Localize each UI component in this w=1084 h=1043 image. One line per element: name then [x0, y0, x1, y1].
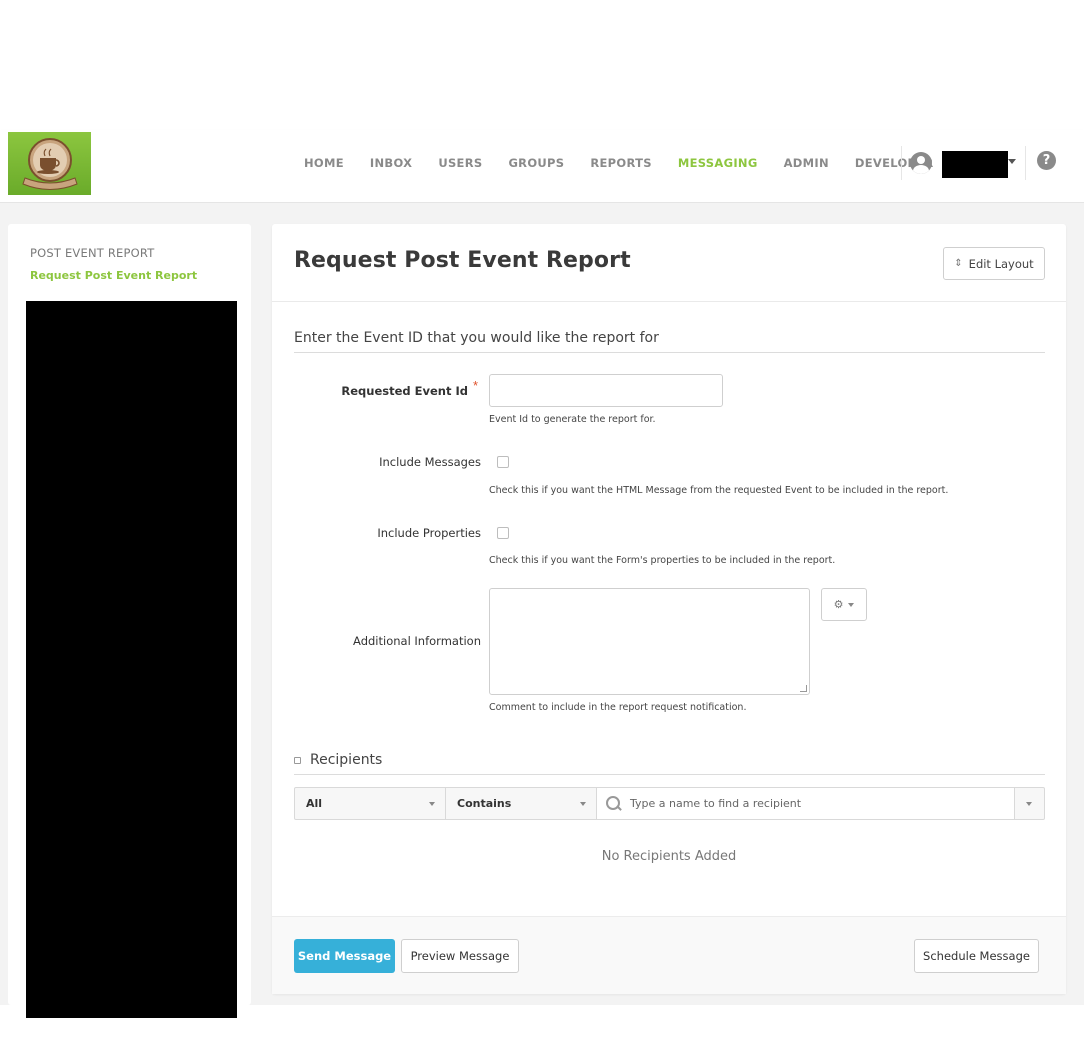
sidebar: POST EVENT REPORT Request Post Event Rep…	[8, 224, 251, 1018]
edit-layout-button[interactable]: ⇕ Edit Layout	[943, 247, 1045, 280]
main-nav: HOME INBOX USERS GROUPS REPORTS MESSAGIN…	[291, 130, 947, 195]
required-star: *	[473, 378, 479, 393]
chevron-down-icon	[429, 802, 435, 806]
coffee-cup-logo-icon[interactable]	[8, 132, 91, 195]
preview-message-button[interactable]: Preview Message	[401, 939, 519, 973]
divider	[294, 774, 1045, 775]
textarea-options-button[interactable]: ⚙	[821, 588, 867, 621]
recipient-filter-bar: All Contains Type a name to find a recip…	[294, 787, 1045, 820]
coffee-cup-logo-graphic	[21, 137, 78, 190]
divider	[272, 301, 1066, 302]
nav-messaging[interactable]: MESSAGING	[665, 156, 771, 170]
additional-info-label: Additional Information	[353, 634, 481, 648]
additional-info-textarea[interactable]	[489, 588, 810, 695]
nav-groups[interactable]: GROUPS	[495, 156, 577, 170]
include-properties-label: Include Properties	[377, 526, 481, 540]
nav-divider	[901, 146, 902, 180]
chevron-down-icon	[580, 802, 586, 806]
form-section-heading: Enter the Event ID that you would like t…	[294, 330, 659, 346]
include-messages-help: Check this if you want the HTML Message …	[489, 485, 949, 496]
additional-info-help: Comment to include in the report request…	[489, 702, 747, 713]
include-messages-label: Include Messages	[379, 455, 481, 469]
nav-divider	[1025, 146, 1026, 180]
chevron-down-icon[interactable]	[1008, 159, 1016, 164]
event-id-help: Event Id to generate the report for.	[489, 414, 656, 425]
sort-updown-icon: ⇕	[954, 258, 963, 269]
nav-admin[interactable]: ADMIN	[771, 156, 842, 170]
nav-reports[interactable]: REPORTS	[577, 156, 664, 170]
scope-select-value: All	[306, 797, 323, 810]
search-icon	[606, 796, 621, 811]
form-footer: Send Message Preview Message Schedule Me…	[272, 916, 1066, 994]
event-id-input[interactable]	[489, 374, 723, 407]
recipients-heading: Recipients	[310, 752, 383, 768]
sidebar-item-request-post-event-report[interactable]: Request Post Event Report	[30, 269, 197, 282]
match-select-value: Contains	[457, 797, 512, 810]
match-select[interactable]: Contains	[446, 788, 596, 819]
recipient-search-input[interactable]: Type a name to find a recipient	[597, 788, 1014, 819]
nav-inbox[interactable]: INBOX	[357, 156, 425, 170]
sidebar-redacted-region	[26, 301, 237, 1018]
user-avatar-icon[interactable]	[910, 152, 932, 174]
include-messages-checkbox[interactable]	[497, 456, 509, 468]
include-properties-checkbox[interactable]	[497, 527, 509, 539]
recipient-dropdown-toggle[interactable]	[1015, 788, 1045, 819]
schedule-message-button[interactable]: Schedule Message	[914, 939, 1039, 973]
resize-handle-icon[interactable]	[800, 685, 807, 692]
gear-icon: ⚙	[833, 599, 844, 611]
nav-home[interactable]: HOME	[291, 156, 357, 170]
event-id-label: Requested Event Id	[341, 384, 468, 398]
page-title: Request Post Event Report	[294, 248, 631, 273]
chevron-down-icon	[1026, 802, 1032, 806]
top-navbar: HOME INBOX USERS GROUPS REPORTS MESSAGIN…	[0, 130, 1084, 203]
sidebar-heading: POST EVENT REPORT	[30, 246, 155, 260]
no-recipients-message: No Recipients Added	[601, 849, 737, 864]
recipient-search-placeholder: Type a name to find a recipient	[630, 797, 802, 810]
collapse-toggle-icon[interactable]	[294, 757, 301, 764]
help-icon[interactable]: ?	[1037, 151, 1056, 170]
chevron-down-icon	[848, 602, 855, 607]
edit-layout-label: Edit Layout	[968, 256, 1034, 271]
include-properties-help: Check this if you want the Form's proper…	[489, 555, 836, 566]
nav-users[interactable]: USERS	[425, 156, 495, 170]
scope-select[interactable]: All	[295, 788, 445, 819]
user-menu-redacted[interactable]	[942, 151, 1008, 178]
send-message-button[interactable]: Send Message	[294, 939, 395, 973]
main-panel: Request Post Event Report ⇕ Edit Layout …	[272, 224, 1066, 994]
divider	[294, 352, 1045, 353]
